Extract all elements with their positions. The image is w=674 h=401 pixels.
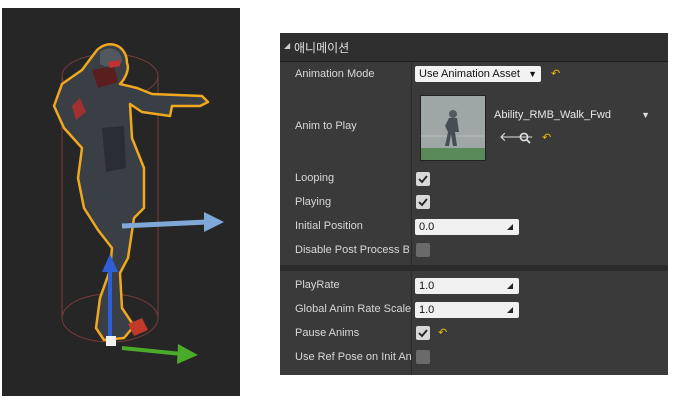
reset-arrow-icon[interactable]: ↶ xyxy=(438,326,447,339)
anim-to-play-label: Anim to Play xyxy=(295,120,357,132)
character-mesh xyxy=(52,43,210,342)
anim-asset-value: Ability_RMB_Walk_Fwd xyxy=(494,109,611,121)
section-header-animation[interactable]: ◢ 애니메이션 xyxy=(280,33,668,62)
viewport-3d[interactable] xyxy=(2,8,240,396)
checkmark-icon xyxy=(418,175,428,184)
pause-anims-label: Pause Anims xyxy=(295,327,360,339)
initial-position-label: Initial Position xyxy=(295,220,363,232)
disable-post-process-label: Disable Post Process B xyxy=(295,244,409,256)
row-separator xyxy=(280,265,668,271)
play-rate-label: PlayRate xyxy=(295,279,340,291)
disable-post-process-checkbox[interactable] xyxy=(416,243,430,257)
global-anim-rate-scale-field[interactable]: 1.0 xyxy=(415,302,519,318)
character-thumbnail-icon xyxy=(421,110,485,160)
playing-label: Playing xyxy=(295,196,332,208)
looping-label: Looping xyxy=(295,172,335,184)
play-rate-field[interactable]: 1.0 xyxy=(415,278,519,294)
looping-checkbox[interactable] xyxy=(416,172,430,186)
drag-handle-icon[interactable] xyxy=(505,222,515,232)
initial-position-field[interactable]: 0.0 xyxy=(415,219,519,235)
global-anim-rate-scale-label: Global Anim Rate Scale xyxy=(295,303,411,315)
chevron-down-icon: ▼ xyxy=(528,69,537,79)
pause-anims-checkbox[interactable] xyxy=(416,326,430,340)
search-icon[interactable] xyxy=(519,132,531,144)
reset-arrow-icon[interactable]: ↶ xyxy=(551,67,560,80)
animation-mode-dropdown[interactable]: Use Animation Asset ▼ xyxy=(415,66,541,82)
drag-handle-icon[interactable] xyxy=(505,305,515,315)
reset-arrow-icon[interactable]: ↶ xyxy=(542,131,551,144)
play-rate-value: 1.0 xyxy=(419,280,435,292)
drag-handle-icon[interactable] xyxy=(505,281,515,291)
use-ref-pose-checkbox[interactable] xyxy=(416,350,430,364)
chevron-down-icon: ▼ xyxy=(641,110,650,120)
checkmark-icon xyxy=(418,198,428,207)
anim-asset-dropdown[interactable]: Ability_RMB_Walk_Fwd ▼ xyxy=(490,107,654,123)
animation-mode-value: Use Animation Asset xyxy=(419,68,520,80)
section-title: 애니메이션 xyxy=(294,41,350,55)
details-panel: ◢ 애니메이션 Animation Mode Use Animation Ass… xyxy=(280,33,668,375)
anim-asset-thumbnail[interactable] xyxy=(420,95,486,161)
checkmark-icon xyxy=(418,329,428,338)
initial-position-value: 0.0 xyxy=(419,221,435,233)
character-preview xyxy=(52,43,224,364)
global-anim-rate-scale-value: 1.0 xyxy=(419,304,435,316)
animation-mode-label: Animation Mode xyxy=(295,68,375,80)
use-ref-pose-label: Use Ref Pose on Init An xyxy=(295,351,411,363)
collapse-triangle-icon[interactable]: ◢ xyxy=(284,41,290,50)
playing-checkbox[interactable] xyxy=(416,195,430,209)
column-divider xyxy=(411,33,412,375)
